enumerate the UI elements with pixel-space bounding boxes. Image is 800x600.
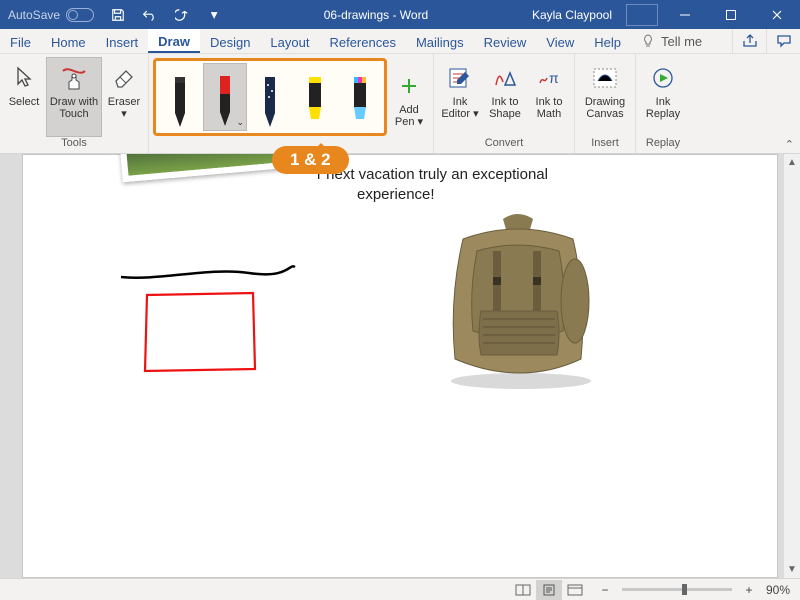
redo-button[interactable] (166, 0, 198, 29)
tab-mailings[interactable]: Mailings (406, 29, 474, 53)
select-button[interactable]: Select (4, 57, 44, 137)
eraser-button[interactable]: Eraser▾ (104, 57, 144, 137)
zoom-out-button[interactable]: − (598, 583, 612, 597)
share-button[interactable] (732, 29, 766, 53)
group-pens: ⌄ AddPen ▾ (149, 54, 434, 153)
add-pen-button[interactable]: AddPen ▾ (389, 65, 429, 129)
maximize-button[interactable] (708, 0, 754, 29)
ribbon: Select Draw withTouch Eraser▾ Tools ⌄ (0, 54, 800, 154)
ink-stroke-red-rect[interactable] (141, 289, 261, 379)
comments-button[interactable] (766, 29, 800, 53)
draw-with-touch-button[interactable]: Draw withTouch (46, 57, 102, 137)
tell-me-search[interactable]: Tell me (631, 29, 712, 53)
title-bar: AutoSave ▾ 06-drawings - Word Kayla Clay… (0, 0, 800, 29)
ink-editor-icon (447, 66, 473, 90)
undo-button[interactable] (134, 0, 166, 29)
ink-to-shape-button[interactable]: Ink toShape (484, 57, 526, 137)
scroll-down-icon[interactable]: ▼ (784, 561, 800, 578)
drawing-canvas-button[interactable]: DrawingCanvas (579, 57, 631, 137)
group-insert: DrawingCanvas Insert (575, 54, 636, 153)
page[interactable]: r next vacation truly an exceptional exp… (22, 154, 778, 578)
tab-home[interactable]: Home (41, 29, 96, 53)
zoom-thumb[interactable] (682, 584, 687, 595)
collapse-ribbon-button[interactable]: ⌃ (785, 138, 794, 151)
minimize-button[interactable] (662, 0, 708, 29)
highlighter-yellow[interactable] (293, 63, 337, 131)
read-mode-button[interactable] (510, 580, 536, 600)
ink-math-icon: π (537, 67, 561, 89)
replay-icon (651, 67, 675, 89)
ink-shape-icon (493, 67, 517, 89)
pen-galaxy[interactable] (248, 63, 292, 131)
view-buttons (510, 580, 588, 600)
autosave-switch-icon (66, 8, 94, 22)
ink-editor-button[interactable]: InkEditor ▾ (438, 57, 482, 137)
tab-draw[interactable]: Draw (148, 29, 200, 53)
pens-gallery[interactable]: ⌄ (153, 58, 387, 136)
status-bar: − + 90% (0, 578, 800, 600)
ink-stroke-black[interactable] (119, 259, 299, 289)
tab-review[interactable]: Review (474, 29, 537, 53)
ink-replay-button[interactable]: InkReplay (640, 57, 686, 137)
ink-to-math-button[interactable]: π Ink toMath (528, 57, 570, 137)
tab-help[interactable]: Help (584, 29, 631, 53)
touch-icon (59, 65, 89, 91)
group-replay: InkReplay Replay (636, 54, 690, 153)
inserted-photo[interactable] (120, 154, 291, 182)
ribbon-display-options-icon[interactable] (626, 4, 658, 26)
autosave-toggle[interactable]: AutoSave (0, 8, 102, 22)
zoom-slider[interactable] (622, 588, 732, 591)
scroll-up-icon[interactable]: ▲ (784, 154, 800, 171)
user-name[interactable]: Kayla Claypool (522, 8, 622, 22)
highlighter-rainbow[interactable] (338, 63, 382, 131)
tab-view[interactable]: View (536, 29, 584, 53)
print-layout-button[interactable] (536, 580, 562, 600)
tab-references[interactable]: References (319, 29, 405, 53)
canvas-icon (592, 67, 618, 89)
qat-customize-button[interactable]: ▾ (198, 0, 230, 29)
vertical-scrollbar[interactable]: ▲ ▼ (783, 154, 800, 578)
zoom-level[interactable]: 90% (766, 583, 790, 597)
document-title: 06-drawings - Word (230, 8, 522, 22)
quick-access-toolbar: ▾ (102, 0, 230, 29)
tab-insert[interactable]: Insert (96, 29, 149, 53)
ribbon-tabs: File Home Insert Draw Design Layout Refe… (0, 29, 800, 54)
zoom-in-button[interactable]: + (742, 583, 756, 597)
step-callout: 1 & 2 (272, 146, 349, 174)
tab-design[interactable]: Design (200, 29, 260, 53)
plus-icon (400, 77, 418, 95)
svg-text:π: π (549, 70, 559, 86)
chevron-down-icon: ⌄ (236, 117, 244, 128)
group-tools: Select Draw withTouch Eraser▾ Tools (0, 54, 149, 153)
eraser-icon (112, 67, 136, 89)
save-button[interactable] (102, 0, 134, 29)
backpack-image[interactable] (433, 211, 603, 391)
tab-file[interactable]: File (0, 29, 41, 53)
lightbulb-icon (641, 34, 655, 48)
body-text: r next vacation truly an exceptional exp… (317, 165, 548, 204)
pen-red[interactable]: ⌄ (203, 63, 247, 131)
web-layout-button[interactable] (562, 580, 588, 600)
tab-layout[interactable]: Layout (260, 29, 319, 53)
group-convert: InkEditor ▾ Ink toShape π Ink toMath Con… (434, 54, 575, 153)
close-button[interactable] (754, 0, 800, 29)
cursor-icon (14, 66, 34, 90)
pen-black[interactable] (158, 63, 202, 131)
document-area: r next vacation truly an exceptional exp… (0, 154, 800, 578)
